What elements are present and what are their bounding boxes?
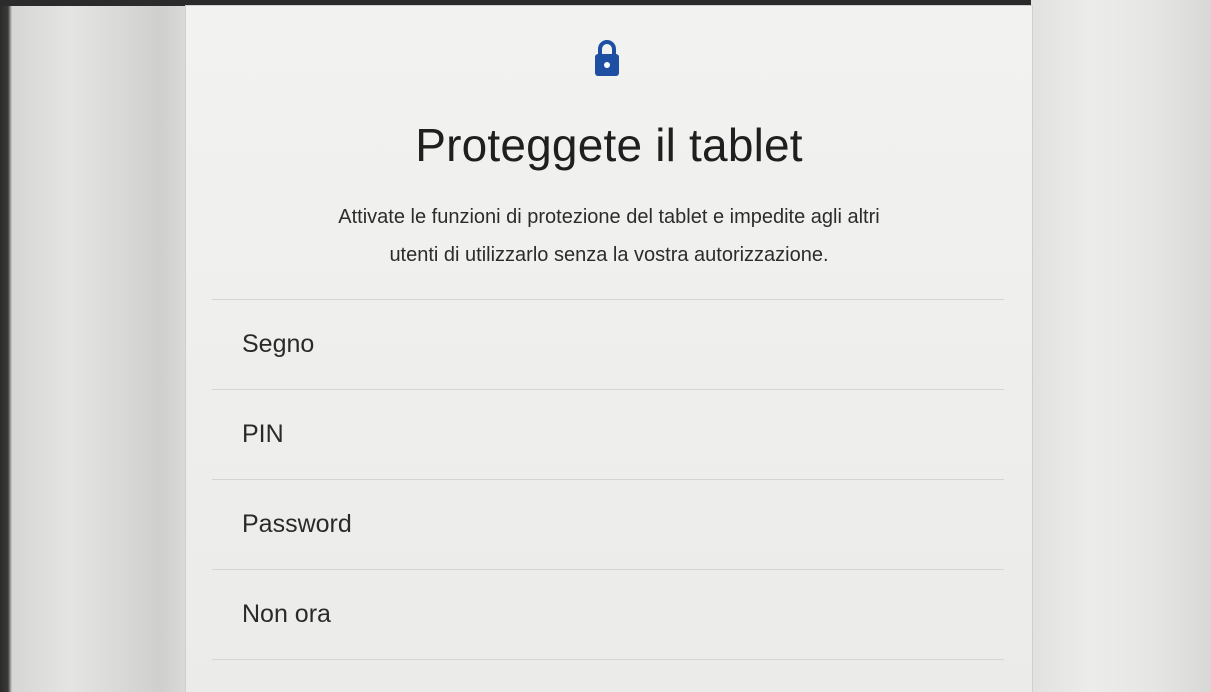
option-pattern[interactable]: Segno xyxy=(212,300,1004,390)
page-title: Proteggete il tablet xyxy=(415,119,803,171)
option-not-now[interactable]: Non ora xyxy=(212,570,1004,660)
option-password[interactable]: Password xyxy=(212,480,1004,570)
option-not-now-label: Non ora xyxy=(242,600,331,628)
option-pin-label: PIN xyxy=(242,420,284,448)
option-pattern-label: Segno xyxy=(242,330,315,358)
option-pin[interactable]: PIN xyxy=(212,390,1004,480)
setup-screen: Proteggete il tablet Attivate le funzion… xyxy=(186,6,1032,692)
option-password-label: Password xyxy=(242,510,352,538)
page-description: Attivate le funzioni di protezione del t… xyxy=(226,198,992,274)
description-line-2: utenti di utilizzarlo senza la vostra au… xyxy=(389,244,829,266)
description-line-1: Attivate le funzioni di protezione del t… xyxy=(338,206,880,228)
device-bezel-right xyxy=(1031,0,1211,692)
lock-icon xyxy=(595,40,619,76)
lock-options-list: Segno PIN Password Non ora xyxy=(212,299,1004,660)
